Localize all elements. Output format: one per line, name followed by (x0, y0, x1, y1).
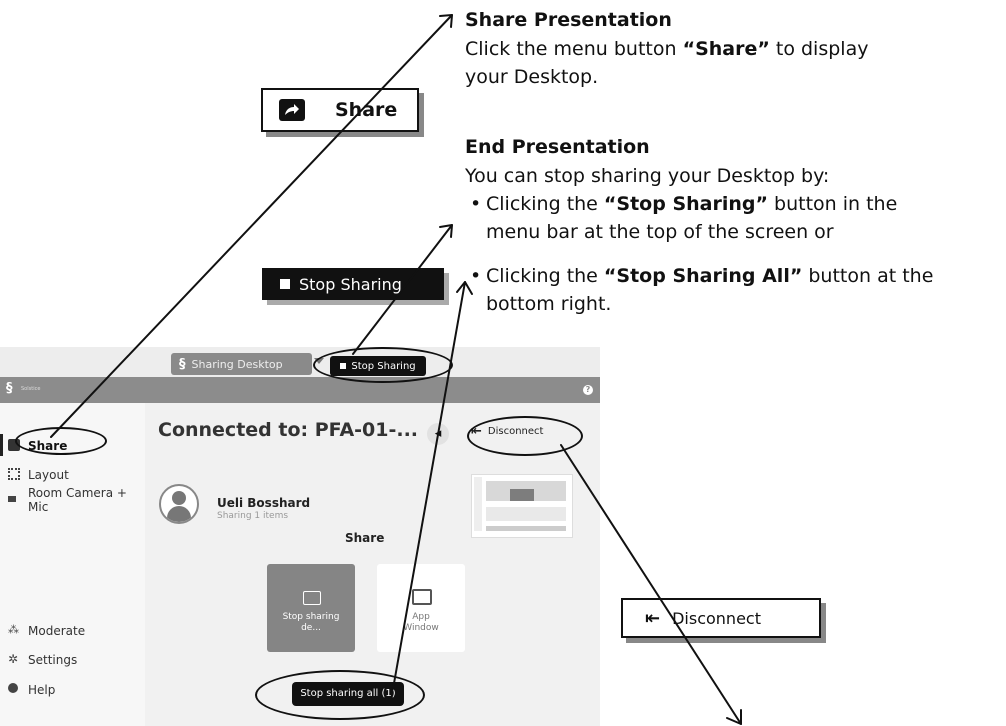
bullet-stop-sharing-all: • Clicking the “Stop Sharing All” button … (470, 265, 934, 287)
bullet-stop-sharing-line2: menu bar at the top of the screen or (486, 221, 834, 243)
stop-square-icon (280, 279, 290, 289)
share-presentation-title: Share Presentation (465, 9, 672, 31)
share-presentation-text-2: your Desktop. (465, 66, 599, 88)
app-window: § Sharing Desktop Stop Sharing § Solstic… (0, 347, 600, 726)
solstice-logo-icon: § (6, 381, 13, 396)
app-header-bar: § Solstice ? (0, 377, 600, 403)
highlight-ring-stop-sharing (313, 347, 453, 383)
sharing-desktop-pill[interactable]: § Sharing Desktop (171, 353, 324, 375)
help-icon[interactable]: ? (583, 385, 593, 395)
window-icon (412, 589, 432, 605)
disconnect-callout-label: Disconnect (672, 608, 761, 628)
share-arrow-icon (279, 99, 305, 121)
tile-app-label: App Window (403, 612, 439, 633)
stop-sharing-callout-label: Stop Sharing (299, 274, 402, 294)
volume-icon[interactable]: ◂ (427, 423, 449, 445)
user-status: Sharing 1 items (217, 511, 289, 521)
layout-icon (8, 468, 20, 480)
people-icon: ⁂ (8, 623, 19, 636)
sharing-desktop-label: Sharing Desktop (191, 357, 283, 371)
share-heading: Share (345, 531, 385, 545)
stop-sharing-callout: Stop Sharing (262, 268, 444, 300)
highlight-ring-stop-all (255, 670, 425, 720)
active-indicator (0, 434, 3, 456)
avatar (159, 484, 199, 524)
connected-title: Connected to: PFA-01-... (158, 419, 419, 441)
sidebar-item-label: Settings (28, 653, 78, 667)
highlight-ring-share (15, 427, 107, 455)
solstice-logo-icon: § (179, 356, 186, 372)
brand-label: Solstice (21, 386, 41, 392)
camera-icon (8, 496, 16, 502)
help-icon (8, 683, 18, 693)
sidebar-item-label: Layout (28, 468, 69, 482)
share-callout-label: Share (335, 99, 398, 121)
sidebar-item-layout[interactable]: Layout (8, 468, 69, 482)
bullet-stop-sharing-all-line2: bottom right. (486, 293, 612, 315)
share-arrow-icon (303, 591, 321, 605)
share-presentation-text-1: Click the menu button “Share” to display (465, 38, 869, 60)
desktop-preview-thumbnail[interactable] (471, 474, 573, 538)
bullet-stop-sharing: • Clicking the “Stop Sharing” button in t… (470, 193, 898, 215)
highlight-ring-disconnect (467, 416, 583, 456)
sidebar-item-moderate[interactable]: ⁂ Moderate (8, 624, 86, 639)
end-presentation-intro: You can stop sharing your Desktop by: (465, 165, 830, 187)
disconnect-callout: ⇤ Disconnect (621, 598, 821, 638)
end-presentation-title: End Presentation (465, 136, 650, 158)
stop-sharing-desktop-tile[interactable]: Stop sharing de... (267, 564, 355, 652)
sidebar-item-room-camera[interactable]: Room Camera + Mic (8, 486, 132, 514)
tile-stop-label: Stop sharing de... (282, 612, 340, 633)
exit-arrow-icon: ⇤ (645, 607, 661, 629)
share-callout: Share (261, 88, 419, 132)
sidebar-item-label: Help (28, 683, 56, 697)
sidebar-item-label: Room Camera + Mic (28, 486, 127, 514)
app-window-tile[interactable]: App Window (377, 564, 465, 652)
sidebar-item-settings[interactable]: ✲ Settings (8, 653, 78, 667)
sidebar-item-label: Moderate (28, 624, 86, 638)
user-name: Ueli Bosshard (217, 496, 311, 510)
sidebar-item-help[interactable]: Help (8, 683, 56, 697)
gear-icon: ✲ (8, 652, 19, 666)
